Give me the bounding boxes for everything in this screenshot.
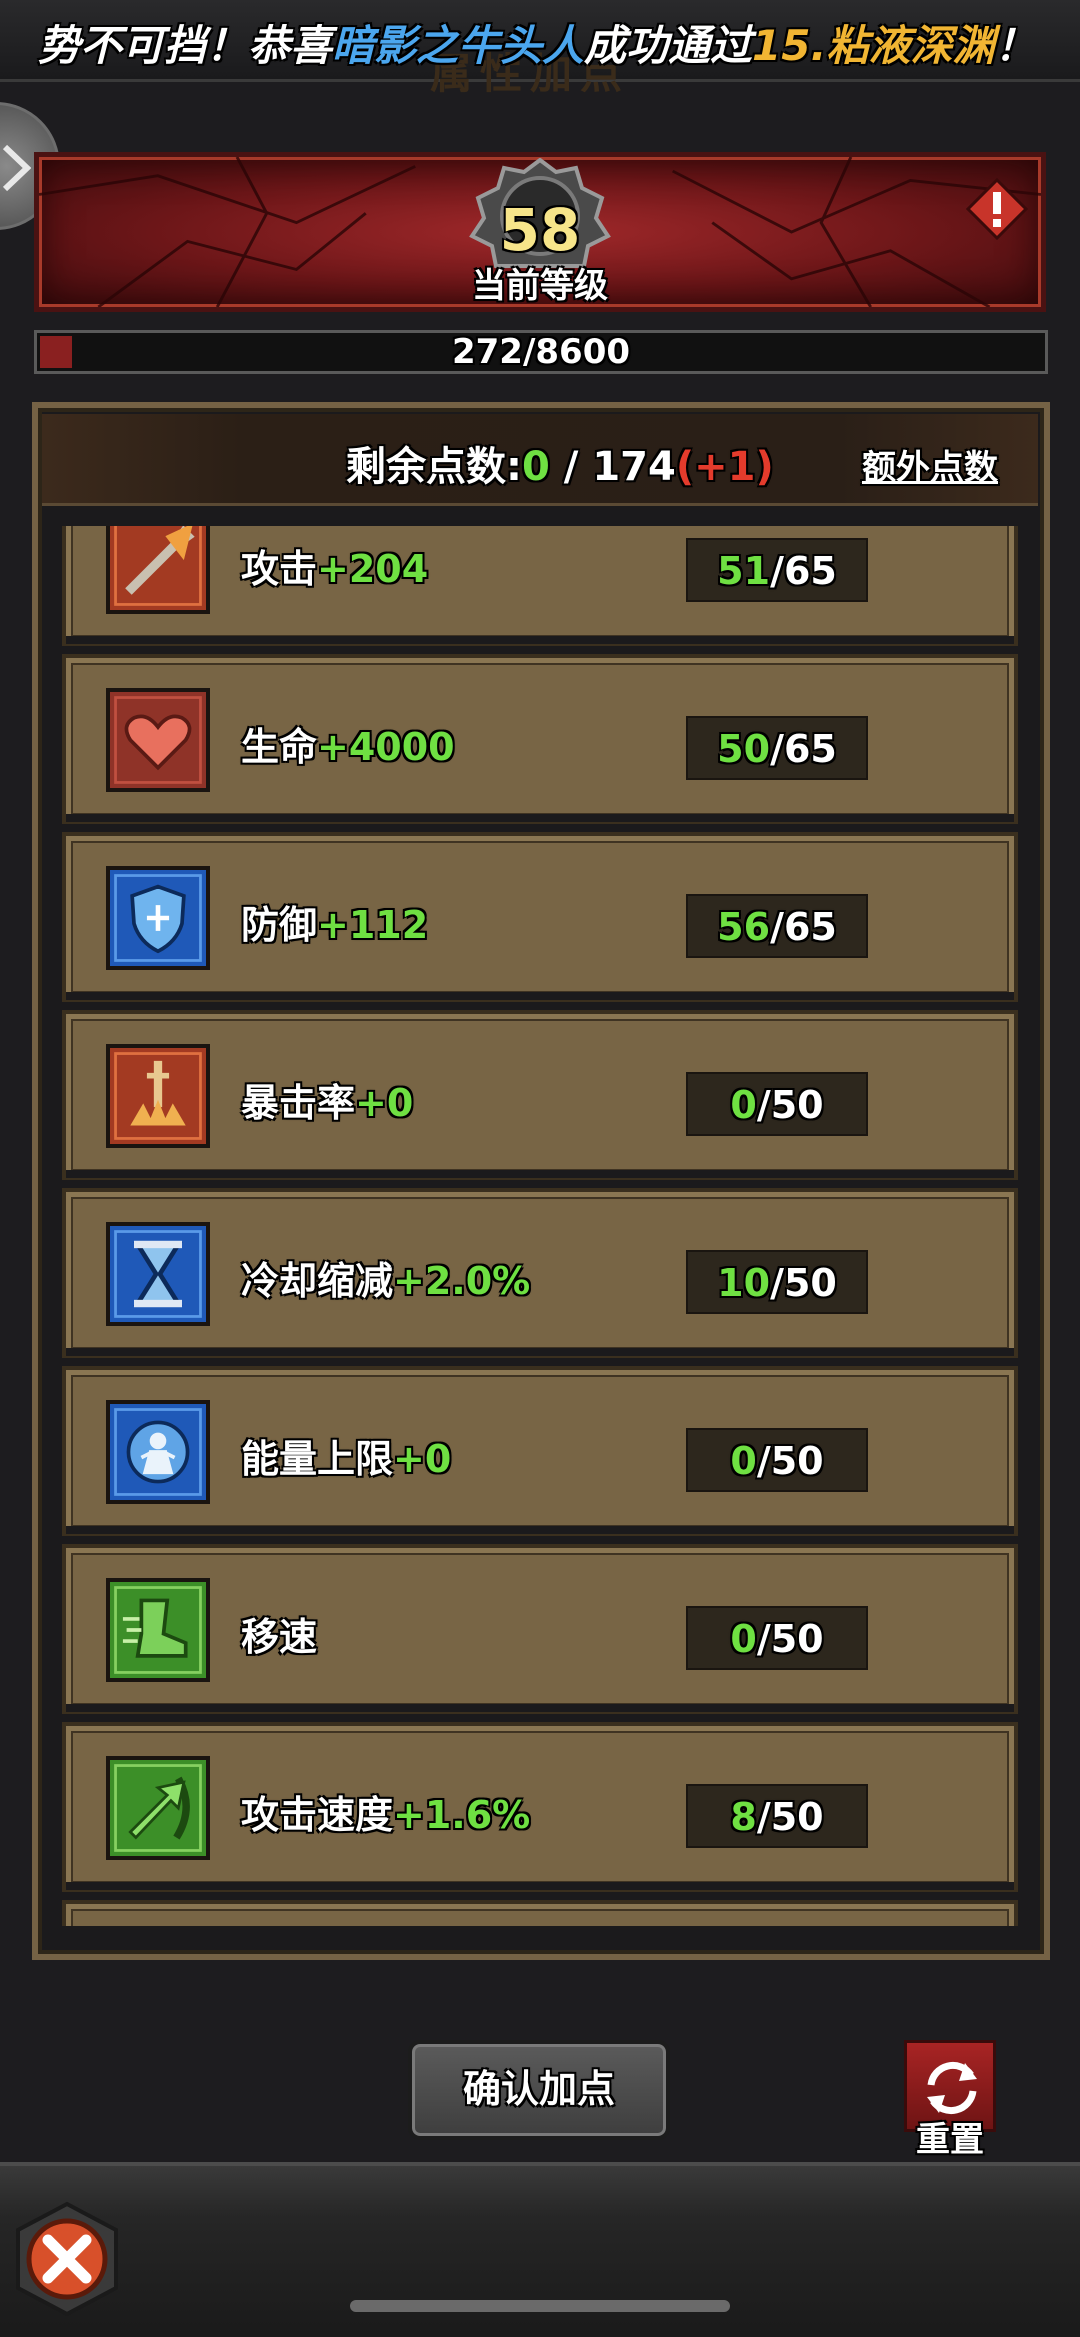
stat-current: 50 [717,727,771,771]
stat-count: 51/65 [686,538,868,602]
confirm-points-button[interactable]: 确认加点 [408,2040,670,2140]
sword-icon [106,526,210,614]
stat-name: 能量上限 [241,1437,394,1481]
bonus-points-value: (+1) [675,444,774,490]
level-number: 58 [499,196,581,264]
stat-label: 攻击+204 [241,538,428,593]
stat-label: 防御+112 [241,894,428,949]
stat-max: /50 [756,1083,824,1127]
stat-label: 攻击速度+1.6% [241,1784,530,1839]
stat-count: 50/65 [686,716,868,780]
announcement-player: 暗影之牛头人 [332,21,585,70]
stat-name: 攻击 [241,547,318,591]
stat-name: 攻击速度 [241,1793,394,1837]
stat-bonus: +1.6% [393,1793,531,1837]
speed-arrow-icon [106,1756,210,1860]
stat-max: /65 [770,549,837,593]
stat-bonus: +2.0% [393,1259,531,1303]
points-separator: / [549,444,593,490]
stat-label: 暴击率+0 [241,1072,413,1127]
stat-max: /50 [756,1795,824,1839]
stat-count: 0/50 [686,1072,868,1136]
home-indicator[interactable] [350,2300,730,2312]
stat-bonus: +0 [393,1437,452,1481]
stat-name: 生命 [241,725,318,769]
stat-bonus: +0 [355,1081,414,1125]
chevron-right-icon [2,144,31,192]
stat-row-attack[interactable]: 攻击+204 51/65 [62,526,1018,646]
stat-label: 能量上限+0 [241,1428,451,1483]
stat-count: 10/50 [686,1250,868,1314]
announcement-mid: 成功通过 [584,21,753,70]
stat-name: 暴击率 [241,1081,356,1125]
stat-row-move-speed[interactable]: 移速 0/50 [62,1544,1018,1714]
stat-current: 8 [730,1795,757,1839]
boot-icon [106,1578,210,1682]
stat-name: 冷却缩减 [241,1259,394,1303]
stat-row-partial[interactable] [62,1900,1018,1926]
close-icon[interactable] [8,2200,126,2318]
stat-bonus: +112 [317,903,429,947]
remaining-points: 剩余点数:0 / 174(+1) [346,434,774,492]
stat-current: 0 [730,1439,757,1483]
stat-name: 防御 [241,903,318,947]
remaining-points-value: 0 [522,444,550,490]
stat-row-attack-speed[interactable]: 攻击速度+1.6% 8/50 [62,1722,1018,1892]
stat-label: 生命+4000 [241,716,455,771]
stat-max: /65 [770,727,837,771]
reset-label: 重置 [916,2120,984,2160]
stat-max: /50 [770,1261,837,1305]
hourglass-icon [106,1222,210,1326]
stat-row-defense[interactable]: 防御+112 56/65 [62,832,1018,1002]
alert-icon[interactable] [966,178,1028,240]
stat-max: /65 [770,905,837,949]
crit-sword-icon [106,1044,210,1148]
level-label: 当前等级 [472,266,608,306]
stat-list[interactable]: 攻击+204 51/65 生命+4000 50/65 防御+112 56/65 … [62,526,1018,1926]
stat-row-crit[interactable]: 暴击率+0 0/50 [62,1010,1018,1180]
announcement-suffix: ！ [994,21,1037,70]
stat-row-energy[interactable]: 能量上限+0 0/50 [62,1366,1018,1536]
stat-current: 0 [730,1083,757,1127]
announcement-banner: 属性加点 势不可挡！恭喜暗影之牛头人成功通过15.粘液深渊！ [0,0,1080,98]
announcement-stage: 15.粘液深渊 [752,21,995,70]
stat-bonus: +4000 [317,725,455,769]
extra-points-link[interactable]: 额外点数 [862,440,998,489]
stat-label: 移速 [241,1606,317,1661]
stat-row-hp[interactable]: 生命+4000 50/65 [62,654,1018,824]
stat-max: /50 [756,1439,824,1483]
total-points-value: 174 [592,444,676,490]
stat-name: 移速 [241,1615,318,1659]
stat-max: /50 [756,1617,824,1661]
stat-label: 冷却缩减+2.0% [241,1250,530,1305]
stat-bonus: +204 [317,547,429,591]
stat-count: 8/50 [686,1784,868,1848]
heart-icon [106,688,210,792]
energy-figure-icon [106,1400,210,1504]
stat-current: 51 [717,549,771,593]
stat-count: 56/65 [686,894,868,958]
shield-icon [106,866,210,970]
announcement-prefix: 势不可挡！恭喜 [38,21,333,70]
stat-row-cooldown[interactable]: 冷却缩减+2.0% 10/50 [62,1188,1018,1358]
xp-progress-text: 272/8600 [451,332,631,372]
xp-progress-bar: 272/8600 [34,330,1048,374]
stat-current: 56 [717,905,771,949]
stat-current: 0 [730,1617,757,1661]
stat-current: 10 [717,1261,771,1305]
refresh-icon [927,2062,977,2114]
stat-count: 0/50 [686,1428,868,1492]
announcement-message: 势不可挡！恭喜暗影之牛头人成功通过15.粘液深渊！ [38,12,1036,73]
remaining-points-label: 剩余点数: [346,444,522,490]
stat-count: 0/50 [686,1606,868,1670]
